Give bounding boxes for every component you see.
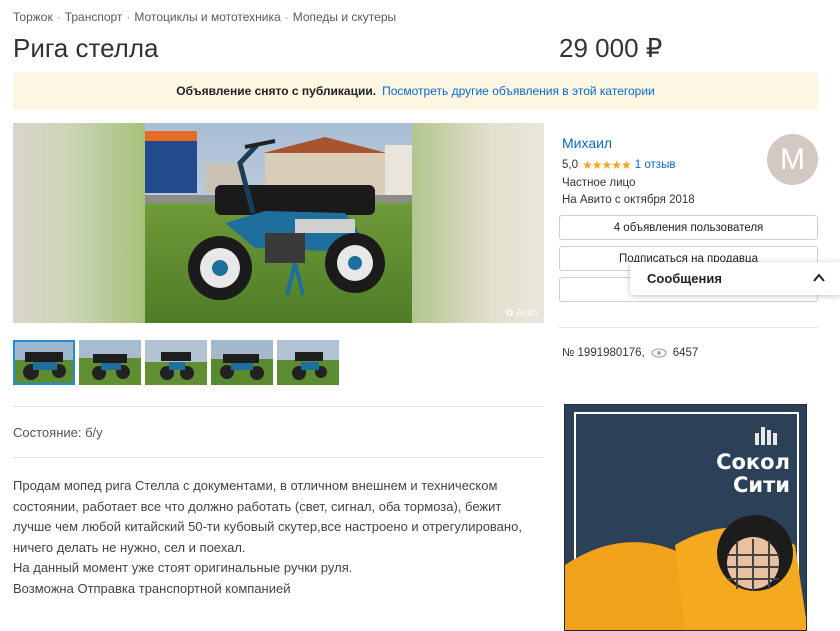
seller-rating: 5,0 ★★★★★ 1 отзыв xyxy=(562,158,695,172)
notice-text: Объявление снято с публикации. xyxy=(176,84,377,98)
thumbnail-2[interactable] xyxy=(79,340,141,385)
avatar[interactable]: M xyxy=(767,134,818,185)
condition: Состояние: б/у xyxy=(13,425,103,440)
ad-headline-line: Сокол xyxy=(716,450,790,474)
page-title: Рига стелла xyxy=(13,33,159,63)
star-icon: ★★★★★ xyxy=(582,158,632,172)
messages-label: Сообщения xyxy=(647,271,722,286)
thumbnail-1[interactable] xyxy=(13,340,75,385)
breadcrumb: Торжок · Транспорт · Мотоциклы и мототехника… xyxy=(13,10,396,24)
divider xyxy=(559,327,818,328)
breadcrumb-separator: · xyxy=(56,10,61,24)
seller-info: Михаил 5,0 ★★★★★ 1 отзыв Частное лицо На… xyxy=(562,135,695,206)
seller-type: Частное лицо xyxy=(562,177,636,189)
breadcrumb-motorcycles[interactable]: Мотоциклы и мототехника xyxy=(134,10,280,24)
thumbnail-4[interactable] xyxy=(211,340,273,385)
breadcrumb-transport[interactable]: Транспорт xyxy=(65,10,123,24)
chevron-up-icon[interactable] xyxy=(812,271,826,285)
description-line: лучше чем любой китайский 50-ти кубовый … xyxy=(13,519,522,534)
description-line: ничего делать не нужно, сел и поехал. xyxy=(13,539,246,555)
divider xyxy=(13,457,544,458)
listing-id: № 1991980176, xyxy=(562,347,645,359)
description: Продам мопед рига Стелла с документами, … xyxy=(13,476,538,599)
seller-name-link[interactable]: Михаил xyxy=(562,135,612,151)
watermark-text: Avito xyxy=(515,308,538,319)
avito-watermark: ✿ Avito xyxy=(505,308,538,319)
description-line: Возможна Отправка транспортной компанией xyxy=(13,580,291,596)
rating-value: 5,0 xyxy=(562,159,578,171)
gallery-blur-right xyxy=(412,123,544,323)
removed-notice: Объявление снято с публикации. Посмотрет… xyxy=(13,72,818,110)
breadcrumb-separator: · xyxy=(284,10,289,24)
price: 29 000 ₽ xyxy=(559,33,663,63)
ad-headline-line: Сити xyxy=(732,473,790,497)
description-line: Продам мопед рига Стелла с документами, … xyxy=(13,478,498,493)
description-line: На данный момент уже стоят оригинальные … xyxy=(13,560,353,575)
seller-since: На Авито с октября 2018 xyxy=(562,194,695,206)
ad-background xyxy=(565,405,806,630)
eye-icon xyxy=(651,348,667,358)
ad-headline: Сокол Сити xyxy=(716,451,790,497)
reviews-link[interactable]: 1 отзыв xyxy=(635,159,676,171)
gallery-blur-left xyxy=(13,123,145,323)
thumbnail-strip xyxy=(13,340,339,385)
main-photo[interactable] xyxy=(145,123,412,323)
divider xyxy=(13,406,544,407)
breadcrumb-city[interactable]: Торжок xyxy=(13,10,53,24)
seller-listings-button[interactable]: 4 объявления пользователя xyxy=(559,215,818,240)
ad-banner[interactable]: Сокол Сити xyxy=(564,404,807,631)
listing-meta: № 1991980176, 6457 xyxy=(562,347,698,359)
messages-panel[interactable]: Сообщения xyxy=(630,262,840,295)
breadcrumb-mopeds[interactable]: Мопеды и скутеры xyxy=(293,10,396,24)
views-count: 6457 xyxy=(672,347,699,359)
description-line: состоянии, работает все что должно работ… xyxy=(13,498,502,514)
breadcrumb-separator: · xyxy=(126,10,131,24)
thumbnail-5[interactable] xyxy=(277,340,339,385)
photo-gallery[interactable]: ✿ Avito xyxy=(13,123,544,323)
notice-category-link[interactable]: Посмотреть другие объявления в этой кате… xyxy=(382,84,655,98)
avito-logo-icon: ✿ xyxy=(505,308,514,319)
thumbnail-3[interactable] xyxy=(145,340,207,385)
